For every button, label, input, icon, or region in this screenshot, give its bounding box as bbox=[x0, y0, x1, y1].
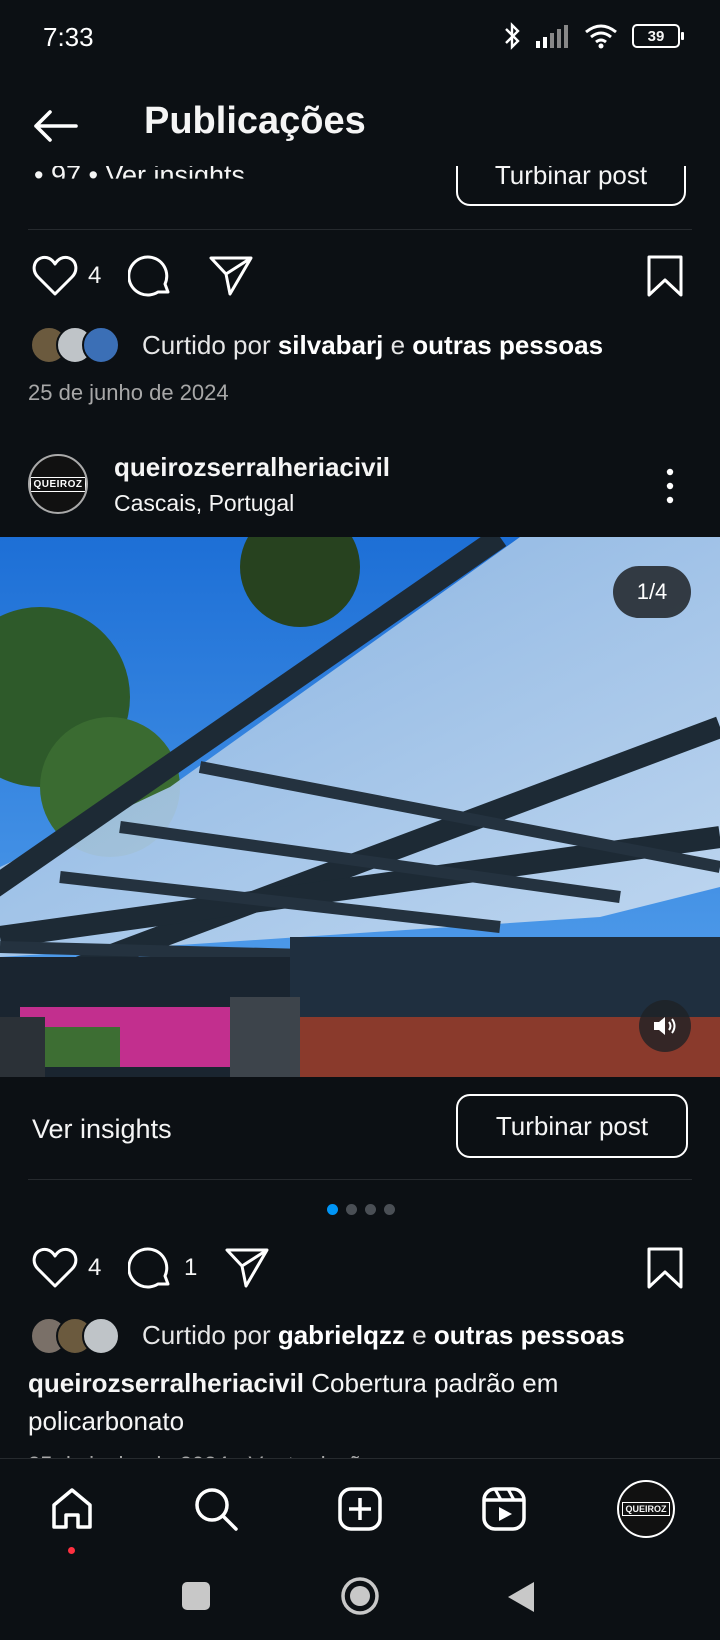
carousel-dot bbox=[346, 1204, 357, 1215]
post-media[interactable] bbox=[0, 537, 720, 1077]
comment-bubble-icon[interactable] bbox=[128, 1246, 174, 1292]
audio-button[interactable] bbox=[639, 1000, 691, 1052]
post-location[interactable]: Cascais, Portugal bbox=[114, 490, 294, 517]
nav-reels[interactable] bbox=[474, 1479, 534, 1539]
status-time: 7:33 bbox=[43, 22, 94, 52]
share-send-icon[interactable] bbox=[224, 1246, 270, 1290]
like-heart-icon[interactable] bbox=[32, 1246, 78, 1290]
nav-profile[interactable]: QUEIROZ bbox=[616, 1479, 676, 1539]
save-bookmark-icon[interactable] bbox=[646, 254, 684, 298]
comment-count: 1 bbox=[184, 1254, 198, 1281]
profile-nav-text: QUEIROZ bbox=[622, 1502, 670, 1516]
back-triangle-icon bbox=[508, 1582, 534, 1612]
save-bookmark-icon[interactable] bbox=[646, 1246, 684, 1290]
media-counter-badge: 1/4 bbox=[613, 566, 691, 618]
post-actions: 4 1 bbox=[28, 1244, 692, 1294]
carousel-dot-active bbox=[327, 1204, 338, 1215]
caption-username[interactable]: queirozserralheriacivil bbox=[28, 1368, 304, 1398]
notification-dot bbox=[68, 1547, 75, 1554]
carousel-indicator bbox=[327, 1204, 395, 1215]
liked-by-others[interactable]: outras pessoas bbox=[434, 1320, 625, 1350]
liked-by-user[interactable]: silvabarj bbox=[278, 330, 384, 360]
profile-nav-avatar: QUEIROZ bbox=[617, 1480, 675, 1538]
avatar bbox=[82, 326, 120, 364]
insights-link[interactable]: Ver insights bbox=[32, 1114, 172, 1145]
share-send-icon[interactable] bbox=[208, 254, 254, 298]
bluetooth-icon bbox=[505, 22, 520, 50]
divider bbox=[28, 229, 692, 230]
nav-search[interactable] bbox=[186, 1479, 246, 1539]
system-navigation bbox=[0, 1558, 720, 1640]
avatar bbox=[82, 1317, 120, 1355]
divider bbox=[28, 1179, 692, 1180]
bottom-navigation: QUEIROZ bbox=[0, 1458, 720, 1559]
speaker-icon bbox=[654, 1017, 676, 1035]
back-system-button[interactable] bbox=[506, 1580, 536, 1614]
comment-bubble-icon[interactable] bbox=[128, 254, 174, 300]
page-title: Publicações bbox=[144, 100, 366, 142]
profile-pic-text: QUEIROZ bbox=[30, 476, 86, 492]
reels-icon bbox=[482, 1487, 526, 1531]
liked-by-text[interactable]: Curtido por gabrielqzz e outras pessoas bbox=[142, 1320, 625, 1351]
profile-avatar[interactable]: QUEIROZ bbox=[28, 454, 88, 514]
like-count: 4 bbox=[88, 1254, 102, 1281]
signal-icon bbox=[536, 25, 568, 48]
liked-by-text[interactable]: Curtido por silvabarj e outras pessoas bbox=[142, 330, 603, 361]
liked-by-user[interactable]: gabrielqzz bbox=[278, 1320, 405, 1350]
post-date: 25 de junho de 2024 bbox=[28, 380, 229, 405]
carousel-dot bbox=[384, 1204, 395, 1215]
liked-avatars bbox=[30, 326, 130, 366]
nav-create[interactable] bbox=[330, 1479, 390, 1539]
post-username[interactable]: queirozserralheriacivil bbox=[114, 452, 390, 483]
status-icons: 39 bbox=[504, 22, 684, 50]
liked-avatars bbox=[30, 1317, 130, 1357]
nav-home[interactable] bbox=[42, 1479, 102, 1539]
home-icon bbox=[52, 1488, 92, 1529]
boost-post-button[interactable]: Turbinar post bbox=[456, 1094, 688, 1158]
like-heart-icon[interactable] bbox=[32, 254, 78, 298]
more-options-icon[interactable] bbox=[660, 468, 680, 504]
liked-by-prefix: Curtido por bbox=[142, 1320, 278, 1350]
battery-indicator: 39 bbox=[632, 24, 684, 48]
liked-by-mid: e bbox=[383, 330, 413, 360]
home-circle-icon bbox=[341, 1577, 379, 1615]
liked-by-prefix: Curtido por bbox=[142, 330, 278, 360]
prev-post-actions: 4 bbox=[28, 252, 692, 302]
post-caption: queirozserralheriacivil Cobertura padrão… bbox=[28, 1364, 688, 1440]
like-count: 4 bbox=[88, 262, 102, 289]
pergola-photo bbox=[0, 537, 720, 1077]
search-icon bbox=[195, 1488, 238, 1531]
home-system-button[interactable] bbox=[340, 1576, 380, 1616]
recents-button[interactable] bbox=[182, 1582, 210, 1610]
wifi-icon bbox=[585, 24, 617, 49]
add-post-icon bbox=[338, 1487, 382, 1531]
liked-by-others[interactable]: outras pessoas bbox=[412, 330, 603, 360]
liked-by-mid: e bbox=[404, 1320, 434, 1350]
carousel-dot bbox=[365, 1204, 376, 1215]
back-arrow-icon[interactable] bbox=[30, 104, 80, 148]
